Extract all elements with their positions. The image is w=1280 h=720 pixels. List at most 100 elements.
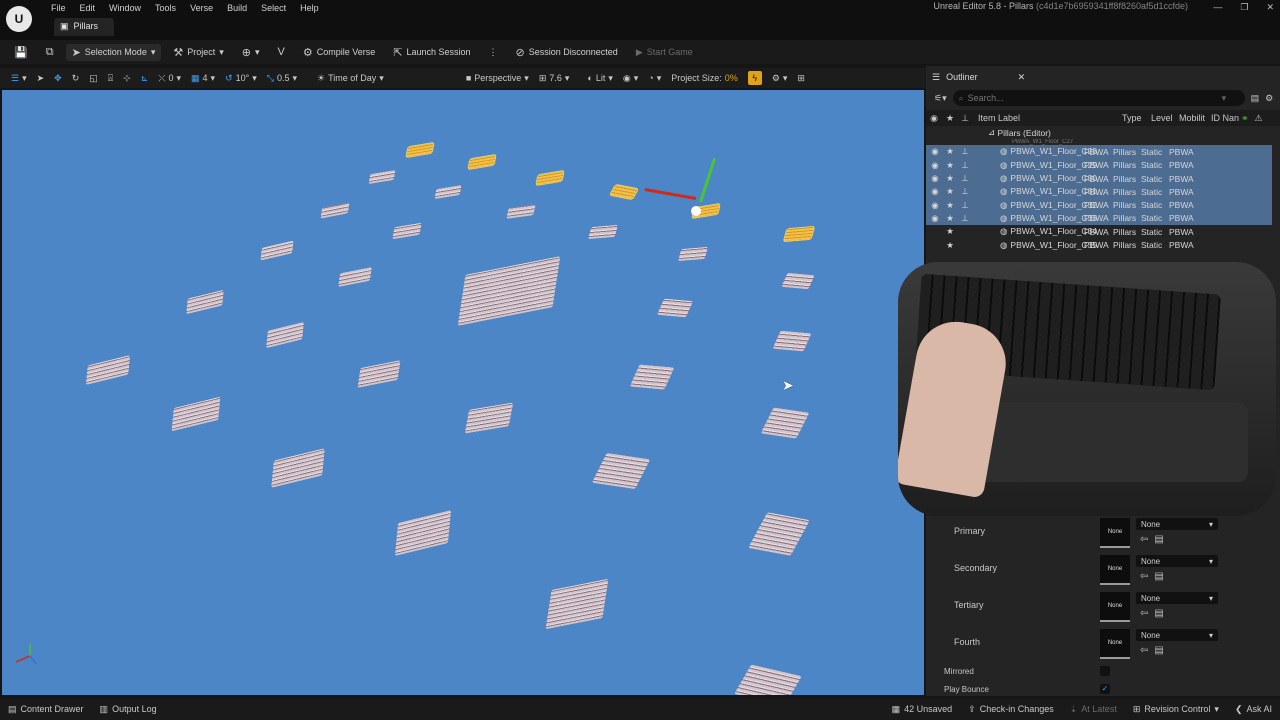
floor-tile[interactable] (506, 204, 536, 219)
outliner-root-row[interactable]: ⊿ Pillars (Editor) (926, 126, 1272, 139)
floor-tile[interactable] (320, 202, 350, 219)
filter-icon[interactable]: ⚟▾ (934, 93, 947, 104)
floor-tile[interactable] (629, 364, 675, 390)
more-options-icon[interactable]: ⋮ (483, 45, 504, 60)
unsaved-button[interactable]: ▦ 42 Unsaved (884, 704, 961, 715)
outliner-row[interactable]: ★ ◍ PBWA_W1_Floor_C35 PBWA Pillars Static PBWA (926, 238, 1272, 251)
slot-dropdown[interactable]: None ▾ (1136, 518, 1218, 530)
realtime-toggle[interactable]: ϟ (743, 71, 767, 85)
floor-tile[interactable] (186, 289, 224, 315)
menu-tools[interactable]: Tools (148, 2, 183, 14)
pin-icon[interactable]: ⊥ (958, 186, 972, 197)
scale-snap-button[interactable]: ⤡ 0.5 ▾ (262, 73, 302, 84)
gizmo-y-axis[interactable] (699, 157, 717, 203)
pin-icon[interactable]: ⊥ (958, 213, 972, 224)
maximize-icon[interactable]: ❐ (1240, 2, 1248, 13)
favorite-icon[interactable]: ★ (942, 213, 958, 224)
floor-tile-selected[interactable] (468, 154, 496, 170)
floor-tile[interactable] (271, 448, 325, 488)
scale-tool-icon[interactable]: ◱ (84, 73, 103, 84)
floor-tile[interactable] (85, 355, 131, 385)
floor-tile-selected[interactable] (610, 184, 638, 200)
favorite-icon[interactable]: ★ (942, 186, 958, 197)
checkin-button[interactable]: ⇪ Check-in Changes (960, 704, 1062, 715)
floor-tile[interactable] (338, 267, 372, 287)
floor-tile-selected[interactable] (406, 142, 434, 158)
minimize-icon[interactable]: — (1213, 2, 1222, 13)
menu-file[interactable]: File (44, 2, 73, 14)
floor-tile[interactable] (591, 452, 651, 490)
selection-mode-dropdown[interactable]: ➤ Selection Mode ▾ (65, 43, 162, 61)
floor-tile[interactable] (171, 396, 221, 432)
use-selected-icon[interactable]: ⇦ (1140, 645, 1154, 656)
menu-build[interactable]: Build (220, 2, 254, 14)
floor-tile[interactable] (760, 407, 810, 439)
layout-button[interactable]: ⊞ (792, 73, 810, 84)
level-viewport[interactable]: ➤ (2, 90, 924, 695)
floor-tile-large[interactable] (457, 256, 561, 326)
floor-tile[interactable] (781, 272, 815, 290)
compile-verse-button[interactable]: ⚙ Compile Verse (297, 44, 381, 61)
column-id[interactable]: ID Nan (1211, 113, 1241, 123)
world-local-icon[interactable]: ⊹ (118, 73, 136, 84)
slot-thumbnail[interactable]: None (1100, 592, 1130, 622)
pin-column-icon[interactable]: ⊥ (958, 113, 972, 124)
viewport-settings-button[interactable]: ⚙ ▾ (767, 73, 793, 84)
menu-verse[interactable]: Verse (183, 2, 220, 14)
rotate-tool-icon[interactable]: ↻ (67, 73, 85, 84)
start-game-button[interactable]: ▶ Start Game (630, 45, 699, 60)
rotation-snap-button[interactable]: ↺ 10° ▾ (220, 73, 262, 84)
column-mobility[interactable]: Mobilit (1179, 113, 1211, 123)
menu-edit[interactable]: Edit (73, 2, 103, 14)
verse-button[interactable]: V (272, 44, 291, 60)
floor-tile[interactable] (260, 240, 294, 261)
column-level[interactable]: Level (1151, 113, 1179, 123)
floor-tile-selected[interactable] (536, 170, 564, 186)
browse-folder-icon[interactable]: ▤ (1154, 645, 1169, 656)
at-latest-button[interactable]: ⇣ At Latest (1062, 704, 1125, 715)
pin-icon[interactable]: ⊥ (958, 160, 972, 171)
snap-a-button[interactable]: ⤬ 0 ▾ (153, 73, 186, 84)
outliner-row[interactable]: ◉ ★ ⊥ ◍ PBWA_W1_Floor_C29 PBWA Pillars Static PB… (926, 158, 1272, 172)
tab-outliner[interactable]: ☰ Outliner ✕ (926, 68, 1036, 86)
settings-icon[interactable]: ⚙ (1265, 93, 1273, 104)
outliner-row[interactable]: ★ ◍ PBWA_W1_Floor_C34 PBWA Pillars Static PBWA (926, 225, 1272, 238)
visibility-icon[interactable]: ◉ (928, 186, 942, 197)
floor-tile[interactable] (545, 578, 609, 630)
favorite-icon[interactable]: ★ (942, 200, 958, 211)
floor-tile[interactable] (368, 169, 396, 185)
floor-tile[interactable] (587, 224, 619, 240)
visibility-icon[interactable]: ◉ (928, 213, 942, 224)
fov-dropdown[interactable]: ⊞ 7.6 ▾ (534, 73, 575, 84)
gizmo-x-axis[interactable] (644, 187, 697, 200)
unreal-logo-icon[interactable]: U (6, 6, 32, 32)
content-drawer-button[interactable]: ▤ Content Drawer (0, 704, 92, 715)
lit-dropdown[interactable]: ◐ Lit ▾ (582, 73, 617, 84)
outliner-row[interactable]: ◉ ★ ⊥ ◍ PBWA_W1_Floor_C33 PBWA Pillars Static PB… (926, 211, 1272, 226)
floor-tile[interactable] (394, 510, 452, 556)
outliner-row[interactable]: ◉ ★ ⊥ ◍ PBWA_W1_Floor_C32 PBWA Pillars Static PB… (926, 198, 1272, 212)
favorite-icon[interactable]: ★ (942, 160, 958, 171)
revision-control-button[interactable]: ⊞ Revision Control ▾ (1125, 704, 1227, 715)
visibility-icon[interactable]: ◉ (928, 146, 942, 157)
ask-ai-button[interactable]: ❮ Ask AI (1227, 704, 1280, 715)
visibility-icon[interactable]: ◉ (928, 200, 942, 211)
close-tab-icon[interactable]: ✕ (1018, 72, 1026, 83)
outliner-search[interactable]: ⌕ ▾ (952, 90, 1245, 106)
favorite-icon[interactable]: ★ (942, 146, 958, 157)
gizmo-center[interactable] (691, 206, 701, 216)
play-bounce-checkbox[interactable]: ✓ (1100, 684, 1110, 694)
browse-button[interactable]: ⧉ (40, 44, 60, 61)
floor-tile-selected[interactable] (783, 226, 815, 242)
favorite-icon[interactable]: ★ (942, 173, 958, 184)
pin-icon[interactable]: ⊥ (958, 173, 972, 184)
browse-folder-icon[interactable]: ▤ (1154, 608, 1169, 619)
slot-dropdown[interactable]: None ▾ (1136, 555, 1218, 567)
menu-help[interactable]: Help (293, 2, 326, 14)
save-button[interactable]: 💾 (8, 44, 34, 61)
visibility-icon[interactable]: ◉ (928, 160, 942, 171)
browse-folder-icon[interactable]: ▤ (1154, 571, 1169, 582)
show-flags-button[interactable]: ◉ ▾ (618, 73, 643, 84)
slot-dropdown[interactable]: None ▾ (1136, 629, 1218, 641)
floor-tile[interactable] (656, 298, 694, 318)
